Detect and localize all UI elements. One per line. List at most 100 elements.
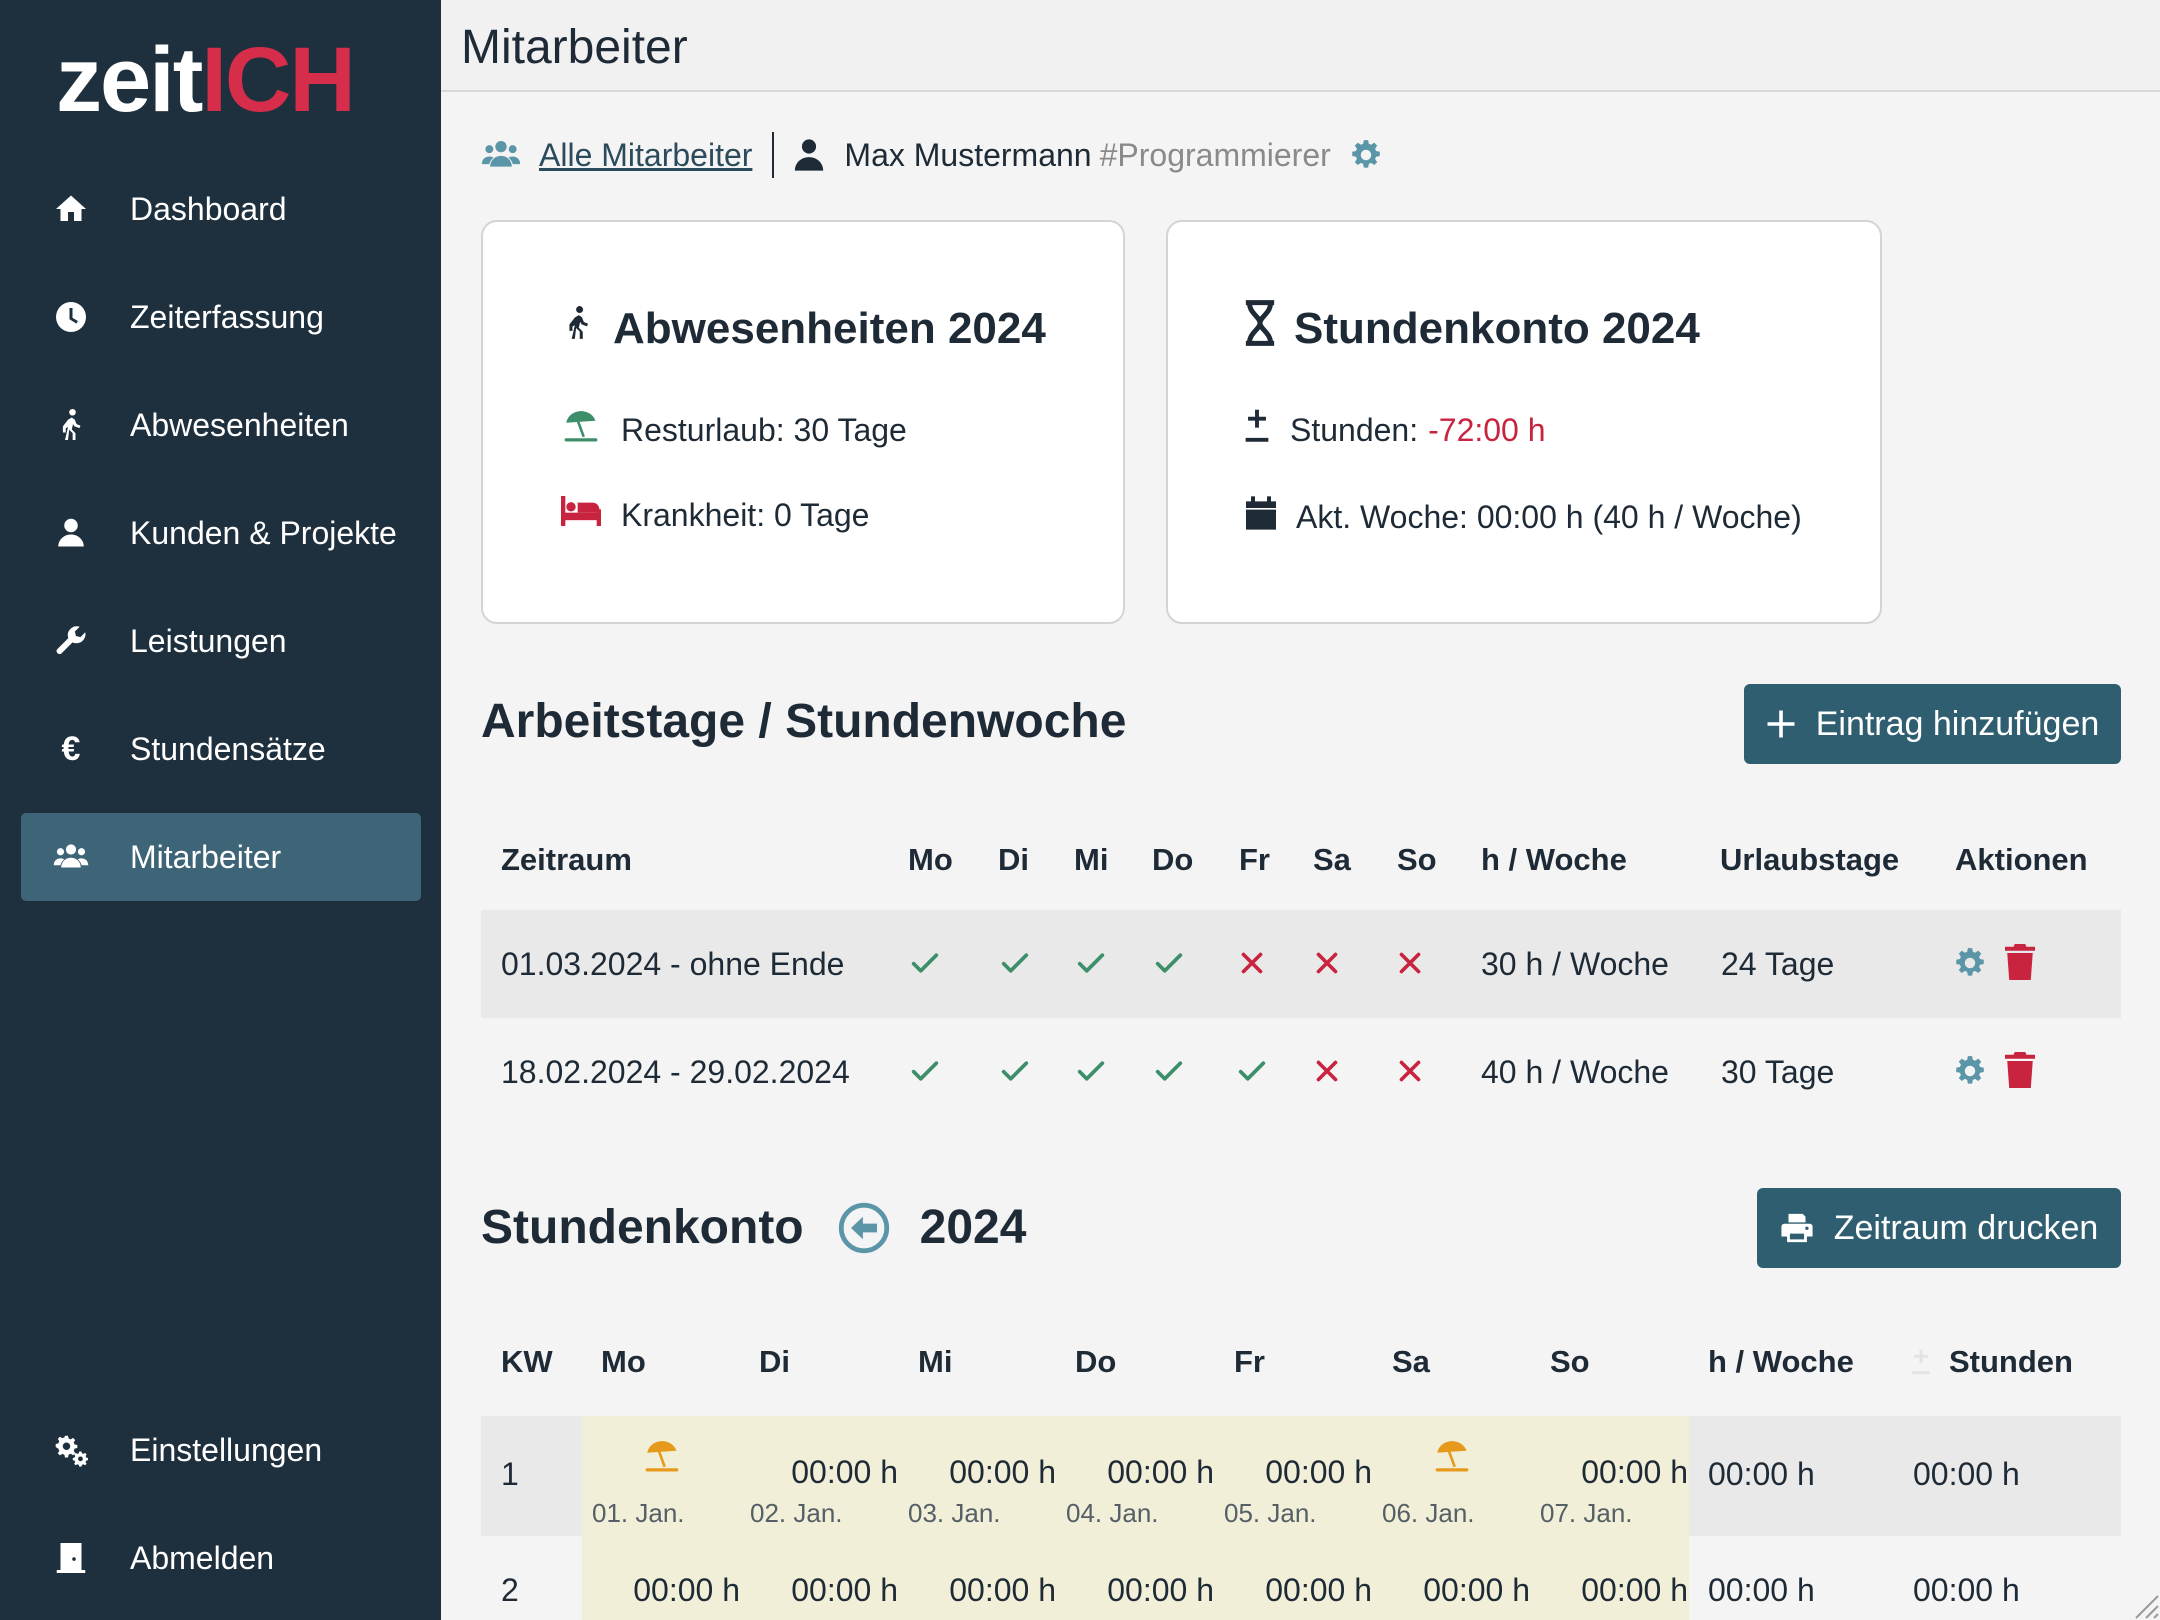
user-icon: [794, 138, 824, 172]
wrench-icon: [51, 621, 91, 661]
plus-icon: [1767, 710, 1795, 738]
sidebar-item-zeiterfassung[interactable]: Zeiterfassung: [21, 273, 421, 361]
euro-icon: €: [61, 729, 81, 768]
sidebar-item-stundensaetze[interactable]: € Stundensätze: [21, 705, 421, 793]
day-hours: 00:00 h: [1581, 1572, 1688, 1608]
sidebar-item-einstellungen[interactable]: Einstellungen: [21, 1406, 421, 1494]
day-hours: 00:00 h: [1107, 1454, 1214, 1490]
col-sa: Sa: [1392, 1344, 1430, 1379]
users-icon: [51, 837, 91, 877]
day-cell-fr[interactable]: 00:00 h: [1214, 1536, 1372, 1620]
day-cell-di[interactable]: 00:00 h 02. Jan.: [740, 1416, 898, 1536]
sidebar-item-leistungen[interactable]: Leistungen: [21, 597, 421, 685]
sidebar-item-dashboard[interactable]: Dashboard: [21, 165, 421, 253]
hours-value: -72:00 h: [1428, 411, 1546, 448]
day-cell-do[interactable]: 00:00 h 04. Jan.: [1056, 1416, 1214, 1536]
logo-text-white: zeit: [56, 29, 203, 131]
beach-umbrella-icon: [1432, 1438, 1472, 1479]
account-year: 2024: [919, 1201, 1027, 1254]
col-zeitraum: Zeitraum: [501, 842, 632, 877]
cross-icon-so: [1393, 946, 1427, 980]
col-mo: Mo: [908, 842, 953, 877]
day-cell-mi[interactable]: 00:00 h 03. Jan.: [898, 1416, 1056, 1536]
check-icon-do: [1152, 1054, 1186, 1088]
day-hours: 00:00 h: [633, 1572, 740, 1608]
day-hours: 00:00 h: [791, 1572, 898, 1608]
absences-card: Abwesenheiten 2024 Resturlaub: 30 Tage K…: [481, 220, 1125, 624]
sidebar-item-label: Abmelden: [130, 1539, 275, 1576]
day-cell-mo[interactable]: 00:00 h: [582, 1536, 740, 1620]
row-hours-week: 30 h / Woche: [1481, 946, 1669, 982]
sidebar-item-abmelden[interactable]: Abmelden: [21, 1514, 421, 1602]
user-icon: [51, 513, 91, 553]
table-row: 2 00:00 h 00:00 h 00:00 h 00:00 h 00:00 h 0…: [481, 1536, 2121, 1620]
row-zeitraum: 01.03.2024 - ohne Ende: [501, 946, 845, 982]
row-urlaubstage: 30 Tage: [1721, 1054, 1835, 1090]
cross-icon-sa: [1310, 1054, 1344, 1088]
col-hours-week: h / Woche: [1481, 842, 1627, 877]
bed-icon: [561, 496, 621, 534]
sidebar-item-mitarbeiter[interactable]: Mitarbeiter: [21, 813, 421, 901]
current-week-row: Akt. Woche: 00:00 h (40 h / Woche): [1246, 496, 1802, 538]
edit-gear-icon[interactable]: [1953, 946, 1987, 985]
day-date: 02. Jan.: [750, 1498, 843, 1528]
gear-icon[interactable]: [1349, 138, 1383, 172]
row-hours-week: 00:00 h: [1708, 1572, 1815, 1608]
logo[interactable]: zeitICH: [56, 34, 356, 126]
print-period-button[interactable]: Zeitraum drucken: [1757, 1188, 2121, 1268]
day-hours: 00:00 h: [1265, 1454, 1372, 1490]
trash-icon[interactable]: [2005, 1052, 2035, 1093]
day-cell-sa[interactable]: 06. Jan.: [1372, 1416, 1530, 1536]
day-cell-so[interactable]: 00:00 h 07. Jan.: [1530, 1416, 1688, 1536]
hourglass-icon: [1242, 300, 1294, 357]
add-entry-button[interactable]: Eintrag hinzufügen: [1744, 684, 2121, 764]
day-date: 05. Jan.: [1224, 1498, 1317, 1528]
door-icon: [51, 1538, 91, 1578]
day-cell-so[interactable]: 00:00 h: [1530, 1536, 1688, 1620]
arrow-left-circle-icon[interactable]: [838, 1202, 890, 1254]
day-hours: 00:00 h: [949, 1454, 1056, 1490]
plus-minus-icon: [1911, 1347, 1931, 1377]
day-date: 07. Jan.: [1540, 1498, 1633, 1528]
row-stunden: 00:00 h: [1913, 1572, 2020, 1608]
row-urlaubstage: 24 Tage: [1721, 946, 1835, 982]
edit-gear-icon[interactable]: [1953, 1054, 1987, 1093]
row-zeitraum: 18.02.2024 - 29.02.2024: [501, 1054, 850, 1090]
sidebar-item-abwesenheiten[interactable]: Abwesenheiten: [21, 381, 421, 469]
day-hours: 00:00 h: [1265, 1572, 1372, 1608]
row-kw: 2: [501, 1572, 519, 1608]
workdays-title: Arbeitstage / Stundenwoche: [481, 695, 1127, 748]
col-stunden: Stunden: [1911, 1344, 2073, 1380]
walking-icon: [559, 300, 613, 357]
gears-icon: [51, 1430, 91, 1470]
day-hours: 00:00 h: [949, 1572, 1056, 1608]
day-cell-mo[interactable]: 01. Jan.: [582, 1416, 740, 1536]
calendar-icon: [1246, 496, 1296, 538]
all-employees-link[interactable]: Alle Mitarbeiter: [539, 137, 752, 174]
employee-tag: #Programmierer: [1099, 136, 1331, 173]
sidebar-item-kunden-projekte[interactable]: Kunden & Projekte: [21, 489, 421, 577]
cross-icon-so: [1393, 1054, 1427, 1088]
day-cell-mi[interactable]: 00:00 h: [898, 1536, 1056, 1620]
check-icon-mi: [1074, 1054, 1108, 1088]
col-do: Do: [1152, 842, 1194, 877]
check-icon-do: [1152, 946, 1186, 980]
day-date: 06. Jan.: [1382, 1498, 1475, 1528]
day-cell-do[interactable]: 00:00 h: [1056, 1536, 1214, 1620]
day-hours: 00:00 h: [1581, 1454, 1688, 1490]
trash-icon[interactable]: [2005, 944, 2035, 985]
resize-handle-icon[interactable]: [2130, 1590, 2160, 1620]
day-hours: 00:00 h: [1107, 1572, 1214, 1608]
day-cell-fr[interactable]: 00:00 h 05. Jan.: [1214, 1416, 1372, 1536]
day-cell-sa[interactable]: 00:00 h: [1372, 1536, 1530, 1620]
sickness-row: Krankheit: 0 Tage: [561, 496, 869, 534]
col-so: So: [1550, 1344, 1590, 1379]
row-stunden: 00:00 h: [1913, 1456, 2020, 1492]
printer-icon: [1781, 1213, 1813, 1243]
sidebar-item-label: Dashboard: [130, 190, 287, 227]
col-urlaubstage: Urlaubstage: [1720, 842, 1900, 877]
users-icon: [481, 138, 521, 172]
absences-title: Abwesenheiten 2024: [559, 300, 1046, 357]
day-cell-di[interactable]: 00:00 h: [740, 1536, 898, 1620]
table-row: 1 00:00 h 00:00 h 01. Jan. 00:00 h 02. Jan…: [481, 1416, 2121, 1536]
